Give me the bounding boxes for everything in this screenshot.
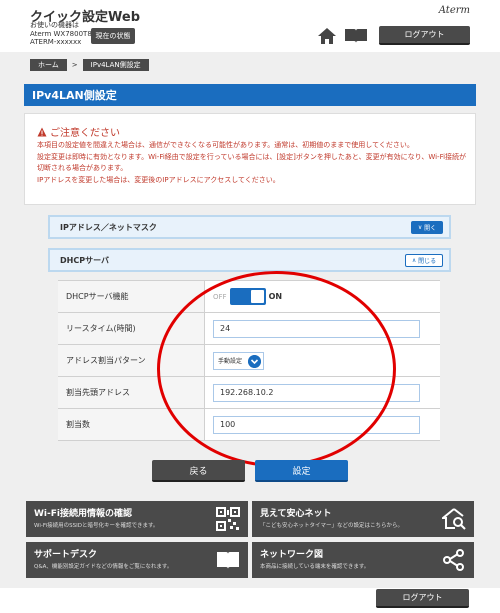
back-button[interactable]: 戻る — [152, 460, 245, 482]
tile-mieru-anshin-net[interactable]: 見えて安心ネット 「こども安心ネットタイマー」などの設定はこちらから。 — [252, 501, 474, 537]
row-dhcp-function: DHCPサーバ機能 OFF ON — [58, 281, 440, 313]
toggle-on-label: ON — [268, 292, 283, 301]
chevron-down-icon — [248, 354, 261, 368]
chevron-up-icon: ∧ — [411, 257, 417, 264]
tile-network-map[interactable]: ネットワーク図 本商品に接続している端末を確認できます。 — [252, 542, 474, 578]
row-assign-pattern: アドレス割当パターン 手動設定 — [58, 345, 440, 377]
tile-title: Wi-Fi接続用情報の確認 — [34, 509, 132, 519]
breadcrumb-current: IPv4LAN側設定 — [82, 59, 149, 71]
count-label: 割当数 — [58, 409, 205, 440]
dhcp-function-value: OFF ON — [205, 281, 440, 312]
tile-support-desk[interactable]: サポートデスク Q&A、機能別設定ガイドなどの情報をご覧になれます。 — [26, 542, 248, 578]
dhcp-settings-form: DHCPサーバ機能 OFF ON リースタイム(時間) 24 アドレス割当パター… — [58, 280, 440, 441]
caution-line: 本項目の設定値を間違えた場合は、通信ができなくなる可能性があります。通常は、初期… — [37, 141, 414, 149]
home-search-icon — [442, 508, 466, 530]
save-button[interactable]: 設定 — [255, 460, 348, 482]
breadcrumb-home[interactable]: ホーム — [30, 59, 67, 71]
start-address-value: 192.268.10.2 — [205, 377, 440, 408]
start-address-label: 割当先頭アドレス — [58, 377, 205, 408]
assign-pattern-value: 手動設定 — [205, 345, 440, 376]
tile-desc: 「こども安心ネットタイマー」などの設定はこちらから。 — [260, 523, 404, 529]
book-icon — [217, 552, 239, 569]
dhcp-function-label: DHCPサーバ機能 — [58, 281, 205, 312]
lease-time-value: 24 — [205, 313, 440, 344]
model-info: お使いの機器は Aterm WX7800T8 ATERM-xxxxxx — [30, 21, 92, 47]
assign-pattern-selected: 手動設定 — [218, 358, 243, 365]
expand-button-label: 開く — [424, 225, 437, 232]
brand-logo: Aterm — [438, 5, 470, 16]
dhcp-function-toggle[interactable]: OFF ON — [213, 288, 282, 306]
tile-desc: Wi-Fi接続用のSSIDと暗号化キーを確認できます。 — [34, 523, 159, 529]
tile-wifi-info[interactable]: Wi-Fi接続用情報の確認 Wi-Fi接続用のSSIDと暗号化キーを確認できます… — [26, 501, 248, 537]
network-icon — [443, 549, 464, 571]
row-lease-time: リースタイム(時間) 24 — [58, 313, 440, 345]
book-icon[interactable] — [344, 28, 368, 44]
row-count: 割当数 100 — [58, 409, 440, 441]
logout-button-top[interactable]: ログアウト — [379, 26, 470, 45]
header: クイック設定Web お使いの機器は Aterm WX7800T8 ATERM-x… — [0, 0, 500, 48]
lease-time-input[interactable]: 24 — [213, 319, 420, 338]
lease-time-label: リースタイム(時間) — [58, 313, 205, 344]
caution-line: 設定変更は即時に有効となります。Wi-Fi経由で設定を行っている場合には、[設定… — [37, 152, 467, 173]
section-dhcp-server[interactable]: DHCPサーバ ∧ 閉じる — [48, 248, 451, 272]
row-start-address: 割当先頭アドレス 192.268.10.2 — [58, 377, 440, 409]
collapse-button-label: 閉じる — [418, 258, 437, 265]
device-id: ATERM-xxxxxx — [30, 38, 82, 46]
tile-desc: 本商品に接続している端末を確認できます。 — [260, 564, 370, 570]
home-icon[interactable] — [317, 27, 337, 45]
toggle-track[interactable] — [229, 288, 266, 305]
page-title: IPv4LAN側設定 — [24, 84, 476, 106]
caution-title: ご注意ください — [37, 124, 120, 139]
model-label: お使いの機器は — [30, 21, 79, 29]
assign-pattern-label: アドレス割当パターン — [58, 345, 205, 376]
assign-pattern-select[interactable]: 手動設定 — [213, 351, 264, 370]
tile-title: サポートデスク — [34, 550, 98, 560]
tile-title: ネットワーク図 — [260, 550, 324, 560]
count-value: 100 — [205, 409, 440, 440]
section-ip-netmask[interactable]: IPアドレス／ネットマスク ∨ 開く — [48, 215, 451, 239]
chevron-down-icon: ∨ — [417, 224, 423, 231]
current-status-button[interactable]: 現在の状態 — [91, 28, 135, 44]
collapse-button[interactable]: ∧ 閉じる — [405, 254, 443, 267]
logout-button-bottom[interactable]: ログアウト — [376, 589, 469, 608]
breadcrumb: ホーム > IPv4LAN側設定 — [30, 59, 149, 71]
model-name: Aterm WX7800T8 — [30, 29, 92, 38]
count-input[interactable]: 100 — [213, 415, 420, 434]
start-address-input[interactable]: 192.268.10.2 — [213, 383, 420, 402]
tile-desc: Q&A、機能別設定ガイドなどの情報をご覧になれます。 — [34, 564, 173, 570]
section-dhcp-label: DHCPサーバ — [60, 255, 109, 265]
warning-icon — [37, 127, 47, 136]
caution-box: ご注意ください 本項目の設定値を間違えた場合は、通信ができなくなる可能性がありま… — [24, 113, 476, 205]
tile-title: 見えて安心ネット — [260, 509, 332, 519]
toggle-off-label: OFF — [213, 292, 227, 301]
section-ip-netmask-label: IPアドレス／ネットマスク — [60, 222, 157, 232]
breadcrumb-separator: > — [71, 61, 78, 69]
caution-text: 本項目の設定値を間違えた場合は、通信ができなくなる可能性があります。通常は、初期… — [37, 140, 469, 186]
expand-button[interactable]: ∨ 開く — [411, 221, 443, 234]
toggle-knob[interactable] — [250, 290, 264, 303]
caution-title-text: ご注意ください — [50, 128, 120, 139]
qr-code-icon — [216, 507, 240, 531]
caution-line: IPアドレスを変更した場合は、変更後のIPアドレスにアクセスしてください。 — [37, 175, 280, 184]
